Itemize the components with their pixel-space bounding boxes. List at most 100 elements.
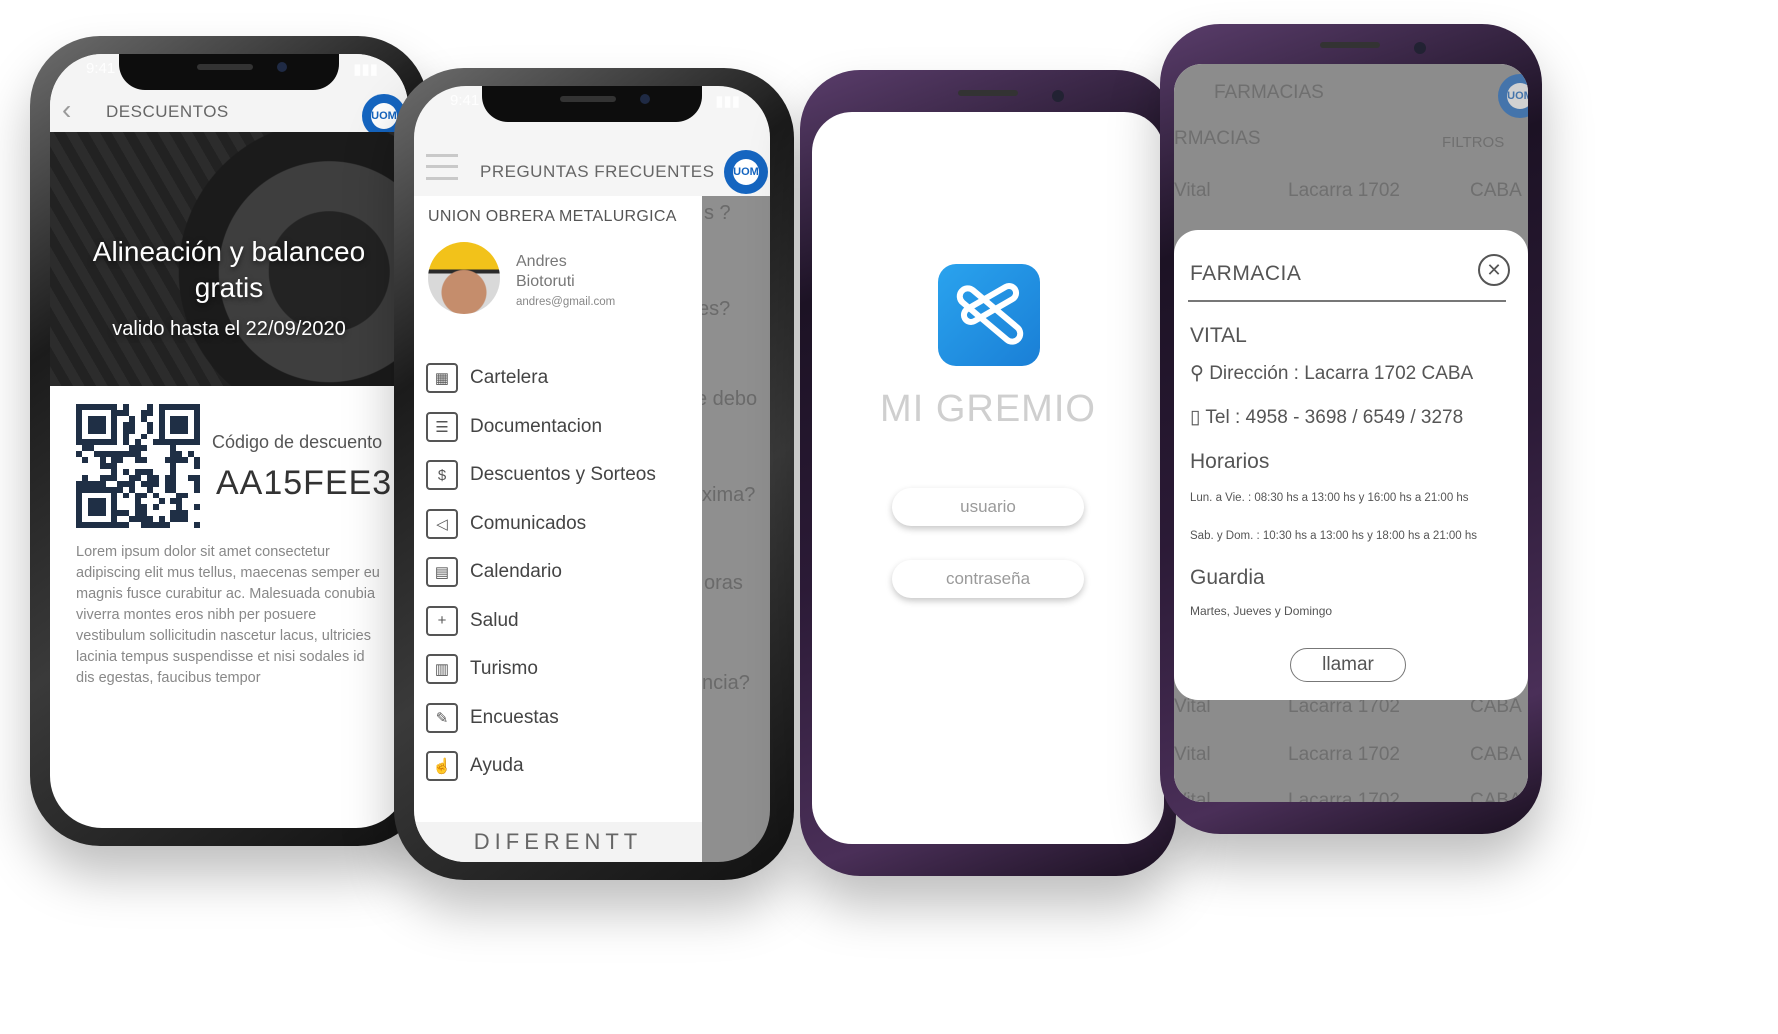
discount-code-value: AA15FEE3 [216, 464, 393, 502]
pharmacy-name: VITAL [1190, 324, 1247, 347]
menu-item[interactable]: ▦ Cartelera [426, 354, 656, 403]
pharmacy-address: Dirección : Lacarra 1702 CABA [1209, 363, 1474, 384]
page-title: PREGUNTAS FRECUENTES [480, 162, 715, 181]
bg-row-street: Lacarra 1702 [1288, 790, 1400, 802]
hours-weekday: Lun. a Vie. : 08:30 hs a 13:00 hs y 16:0… [1190, 492, 1469, 504]
phone-descuentos: 9:41 ▮▮▮ ‹ DESCUENTOS UOM Alineación y ba… [30, 36, 428, 846]
menu-item-label: Encuestas [470, 706, 559, 728]
location-pin-icon: ⚲ [1190, 363, 1210, 384]
menu-item-label: Ayuda [470, 755, 524, 777]
side-drawer: UNION OBRERA METALURGICA Andres Biotorut… [414, 196, 702, 862]
menu-item[interactable]: ☝ Ayuda [426, 742, 656, 791]
menu-item[interactable]: ☰ Documentacion [426, 403, 656, 452]
back-arrow-icon[interactable]: ‹ [62, 94, 71, 126]
bg-header-title: FARMACIAS [1214, 82, 1324, 103]
user-first-name: Andres [516, 253, 567, 270]
phone-camera [1052, 90, 1064, 102]
app-name: MI GREMIO [880, 388, 1096, 430]
banner-title: Alineación y balanceo gratis [92, 236, 366, 303]
user-name: Andres Biotoruti [516, 252, 575, 292]
guard-title: Guardia [1190, 566, 1265, 589]
phone-camera [1414, 42, 1426, 54]
menu-item-label: Salud [470, 609, 519, 631]
bg-question-fragment: s ? [704, 202, 731, 224]
banner-valid-date: valido hasta el 22/09/2020 [112, 318, 346, 340]
screen-menu: s ? es? e debo xima? oras ncia? 9:41 ▮▮▮ … [414, 86, 770, 862]
bg-row-city: CABA [1470, 744, 1522, 765]
app-logo-handshake-icon [938, 264, 1040, 366]
username-input[interactable]: usuario [892, 488, 1084, 526]
bg-filter-button: FILTROS [1442, 134, 1505, 151]
phone-farmacia: FARMACIAS UOM RMACIAS FILTROS Vital Laca… [1160, 24, 1542, 834]
organization-name: UNION OBRERA METALURGICA [428, 208, 677, 225]
bg-question-fragment: oras [704, 572, 743, 594]
menu-item[interactable]: ▤ Calendario [426, 548, 656, 597]
bg-row-name: Vital [1174, 790, 1211, 802]
menu-item-label: Descuentos y Sorteos [470, 464, 656, 486]
discount-code-label: Código de descuento [212, 432, 383, 452]
discount-hand-icon: $ [426, 460, 458, 491]
user-last-name: Biotoruti [516, 273, 575, 290]
phone-speaker [958, 90, 1018, 96]
hours-weekend: Sab. y Dom. : 10:30 hs a 13:00 hs y 18:0… [1190, 530, 1478, 542]
screen-farmacia: FARMACIAS UOM RMACIAS FILTROS Vital Laca… [1174, 64, 1528, 802]
menu-item[interactable]: + Salud [426, 597, 656, 646]
discount-description: Lorem ipsum dolor sit amet consectetur a… [76, 544, 380, 686]
footer-brand: DIFERENTT [414, 822, 702, 862]
screen-login: MI GREMIO usuario contraseña [812, 112, 1164, 844]
bg-row-name: Vital [1174, 180, 1211, 201]
uom-logo-icon: UOM [724, 150, 768, 194]
phone-notch [119, 54, 339, 90]
bg-question-fragment: e debo [696, 388, 758, 410]
bg-row-city: CABA [1470, 180, 1522, 201]
bg-question-fragment: es? [698, 298, 731, 320]
close-icon[interactable]: ✕ [1478, 254, 1510, 286]
building-icon: ▥ [426, 654, 458, 685]
address-row: ⚲ Dirección : Lacarra 1702 CABA [1190, 362, 1473, 385]
bg-row-street: Lacarra 1702 [1288, 744, 1400, 765]
card-title: FARMACIA [1190, 262, 1302, 285]
phone-menu: s ? es? e debo xima? oras ncia? 9:41 ▮▮▮ … [394, 68, 794, 880]
menu-item[interactable]: $ Descuentos y Sorteos [426, 451, 656, 500]
page-title: DESCUENTOS [106, 102, 229, 121]
call-button[interactable]: llamar [1290, 648, 1406, 682]
bg-row-city: CABA [1470, 790, 1522, 802]
title-divider [1188, 300, 1506, 302]
megaphone-icon: ◁ [426, 508, 458, 539]
health-kit-icon: + [426, 605, 458, 636]
hamburger-menu-icon[interactable] [426, 154, 458, 180]
bg-subheader: RMACIAS [1174, 128, 1261, 149]
board-icon: ▦ [426, 363, 458, 394]
menu-item-label: Cartelera [470, 367, 549, 389]
document-icon: ☰ [426, 411, 458, 442]
status-time: 9:41 [450, 92, 480, 109]
mobile-phone-icon: ▯ [1190, 407, 1206, 428]
phone-speaker [1320, 42, 1380, 48]
menu-item[interactable]: ▥ Turismo [426, 645, 656, 694]
user-avatar [428, 242, 500, 314]
hours-title: Horarios [1190, 450, 1270, 473]
qr-code [76, 404, 200, 528]
mockup-stage: 9:41 ▮▮▮ ‹ DESCUENTOS UOM Alineación y ba… [0, 0, 1778, 1034]
bg-question-fragment: xima? [702, 484, 756, 506]
menu-item-label: Calendario [470, 561, 562, 583]
battery-icon: ▮▮▮ [715, 93, 740, 110]
screen-descuentos: 9:41 ▮▮▮ ‹ DESCUENTOS UOM Alineación y ba… [50, 54, 408, 828]
menu-item-label: Turismo [470, 658, 538, 680]
menu-item[interactable]: ✎ Encuestas [426, 694, 656, 743]
bg-question-fragment: ncia? [702, 672, 750, 694]
bg-row-name: Vital [1174, 744, 1211, 765]
user-email: andres@gmail.com [516, 296, 616, 308]
battery-icon: ▮▮▮ [353, 61, 378, 78]
guard-days: Martes, Jueves y Domingo [1190, 604, 1333, 618]
menu-item[interactable]: ◁ Comunicados [426, 500, 656, 549]
menu-item-label: Documentacion [470, 415, 603, 437]
phone-login: MI GREMIO usuario contraseña [800, 70, 1176, 876]
pharmacy-detail-card: FARMACIA ✕ VITAL ⚲ Dirección : Lacarra 1… [1174, 230, 1528, 700]
pen-icon: ✎ [426, 702, 458, 733]
password-input[interactable]: contraseña [892, 560, 1084, 598]
phone-notch [482, 86, 702, 122]
pharmacy-phone: Tel : 4958 - 3698 / 6549 / 3278 [1205, 407, 1464, 428]
drawer-menu: ▦ Cartelera ☰ Documentacion $ Descuentos y So… [426, 354, 656, 791]
phone-row[interactable]: ▯ Tel : 4958 - 3698 / 6549 / 3278 [1190, 406, 1463, 429]
